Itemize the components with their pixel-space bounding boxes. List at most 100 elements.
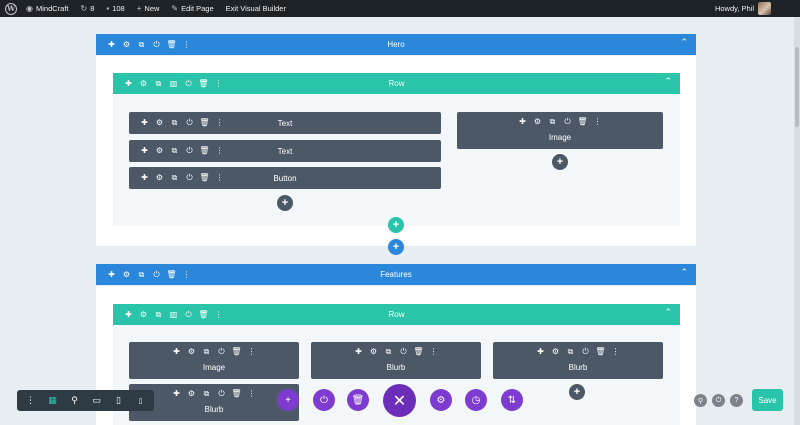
trash-icon[interactable]: 🗑 — [593, 345, 608, 359]
module-image[interactable]: ✚ ⚙ ⧉ ⏻ 🗑 ⋮ Image — [129, 342, 299, 379]
duplicate-icon[interactable]: ⧉ — [199, 387, 214, 401]
move-icon[interactable]: ✚ — [515, 115, 530, 129]
trash-icon[interactable]: 🗑 — [229, 345, 244, 359]
duplicate-icon[interactable]: ⧉ — [167, 116, 182, 130]
power-icon[interactable]: ⏻ — [578, 345, 593, 359]
power-icon[interactable]: ⏻ — [181, 77, 196, 91]
sort-icon[interactable]: ⇅ — [501, 389, 523, 411]
site-name-link[interactable]: ◉ MindCraft — [26, 4, 69, 13]
more-icon[interactable]: ⋮ — [179, 268, 194, 282]
move-icon[interactable]: ✚ — [121, 308, 136, 322]
add-module-button[interactable]: + — [552, 154, 568, 170]
more-icon[interactable]: ⋮ — [211, 77, 226, 91]
power-icon[interactable]: ⏻ — [182, 116, 197, 130]
duplicate-icon[interactable]: ⧉ — [563, 345, 578, 359]
search-icon[interactable]: ⚲ — [694, 394, 707, 407]
add-layout-button[interactable]: + — [277, 389, 299, 411]
wireframe-view-icon[interactable]: ▦ — [43, 391, 62, 410]
trash-icon[interactable]: 🗑 — [575, 115, 590, 129]
trash-icon[interactable]: 🗑 — [196, 308, 211, 322]
module-text-2[interactable]: ✚ ⚙ ⧉ ⏻ 🗑 ⋮ Text — [129, 140, 441, 162]
trash-icon[interactable]: 🗑 — [196, 77, 211, 91]
trash-icon[interactable]: 🗑 — [164, 38, 179, 52]
more-icon[interactable]: ⋮ — [244, 345, 259, 359]
more-icon[interactable]: ⋮ — [211, 308, 226, 322]
tablet-view-icon[interactable]: ▯ — [109, 391, 128, 410]
move-icon[interactable]: ✚ — [104, 38, 119, 52]
move-icon[interactable]: ✚ — [137, 116, 152, 130]
zoom-icon[interactable]: ⚲ — [65, 391, 84, 410]
duplicate-icon[interactable]: ⧉ — [199, 345, 214, 359]
hero-row-bar[interactable]: ✚ ⚙ ⧉ ▥ ⏻ 🗑 ⋮ Row ⌃ — [113, 73, 680, 94]
phone-view-icon[interactable]: ▯ — [131, 391, 150, 410]
gear-icon[interactable]: ⚙ — [184, 345, 199, 359]
power-icon[interactable]: ⏻ — [396, 345, 411, 359]
more-icon[interactable]: ⋮ — [590, 115, 605, 129]
scrollbar-thumb[interactable] — [795, 47, 799, 127]
more-icon[interactable]: ⋮ — [244, 387, 259, 401]
duplicate-icon[interactable]: ⧉ — [545, 115, 560, 129]
gear-icon[interactable]: ⚙ — [184, 387, 199, 401]
module-blurb[interactable]: ✚ ⚙ ⧉ ⏻ 🗑 ⋮ Blurb — [493, 342, 663, 379]
gear-icon[interactable]: ⚙ — [152, 171, 167, 185]
trash-icon[interactable]: 🗑 — [229, 387, 244, 401]
chevron-up-icon[interactable]: ⌃ — [664, 76, 672, 87]
move-icon[interactable]: ✚ — [104, 268, 119, 282]
exit-visual-builder-link[interactable]: Exit Visual Builder — [226, 4, 286, 13]
more-icon[interactable]: ⋮ — [212, 116, 227, 130]
duplicate-icon[interactable]: ⧉ — [134, 38, 149, 52]
trash-icon[interactable]: 🗑 — [197, 171, 212, 185]
duplicate-icon[interactable]: ⧉ — [134, 268, 149, 282]
more-icon[interactable]: ⋮ — [212, 171, 227, 185]
move-icon[interactable]: ✚ — [351, 345, 366, 359]
duplicate-icon[interactable]: ⧉ — [151, 308, 166, 322]
more-icon[interactable]: ⋮ — [212, 144, 227, 158]
module-image[interactable]: ✚ ⚙ ⧉ ⏻ 🗑 ⋮ Image — [457, 112, 663, 149]
module-text-1[interactable]: ✚ ⚙ ⧉ ⏻ 🗑 ⋮ Text — [129, 112, 441, 134]
more-icon[interactable]: ⋮ — [21, 391, 40, 410]
chevron-up-icon[interactable]: ⌃ — [680, 267, 688, 278]
gear-icon[interactable]: ⚙ — [152, 116, 167, 130]
avatar[interactable] — [758, 2, 771, 15]
close-settings-button[interactable]: ✕ — [383, 384, 416, 417]
portability-icon[interactable]: ⏻ — [313, 389, 335, 411]
help-icon[interactable]: ? — [730, 394, 743, 407]
power-icon[interactable]: ⏻ — [214, 387, 229, 401]
updates-link[interactable]: ↻ 8 — [81, 4, 95, 13]
module-blurb[interactable]: ✚ ⚙ ⧉ ⏻ 🗑 ⋮ Blurb — [311, 342, 481, 379]
features-section-bar[interactable]: ✚ ⚙ ⧉ ⏻ 🗑 ⋮ Features ⌃ — [96, 264, 696, 285]
power-icon[interactable]: ⏻ — [182, 171, 197, 185]
columns-icon[interactable]: ▥ — [166, 77, 181, 91]
gear-icon[interactable]: ⚙ — [119, 38, 134, 52]
duplicate-icon[interactable]: ⧉ — [167, 171, 182, 185]
duplicate-icon[interactable]: ⧉ — [167, 144, 182, 158]
chevron-up-icon[interactable]: ⌃ — [664, 307, 672, 318]
hero-section-bar[interactable]: ✚ ⚙ ⧉ ⏻ 🗑 ⋮ Hero ⌃ — [96, 34, 696, 55]
gear-icon[interactable]: ⚙ — [119, 268, 134, 282]
gear-icon[interactable]: ⚙ — [530, 115, 545, 129]
gear-icon[interactable]: ⚙ — [136, 77, 151, 91]
power-icon[interactable]: ⏻ — [182, 144, 197, 158]
power-icon[interactable]: ⏻ — [560, 115, 575, 129]
comments-link[interactable]: ▪ 108 — [106, 4, 124, 13]
power-icon[interactable]: ⏻ — [181, 308, 196, 322]
gear-icon[interactable]: ⚙ — [152, 144, 167, 158]
edit-page-link[interactable]: ✎ Edit Page — [171, 4, 213, 13]
scrollbar[interactable] — [794, 17, 800, 425]
page-settings-gear-icon[interactable]: ⚙ — [430, 389, 452, 411]
chevron-up-icon[interactable]: ⌃ — [680, 37, 688, 48]
duplicate-icon[interactable]: ⧉ — [151, 77, 166, 91]
move-icon[interactable]: ✚ — [169, 387, 184, 401]
columns-icon[interactable]: ▥ — [166, 308, 181, 322]
trash-icon[interactable]: 🗑 — [197, 144, 212, 158]
more-icon[interactable]: ⋮ — [426, 345, 441, 359]
trash-icon[interactable]: 🗑 — [197, 116, 212, 130]
power-icon[interactable]: ⏻ — [149, 38, 164, 52]
add-module-button[interactable]: + — [569, 384, 585, 400]
portability-icon[interactable]: ⏻ — [712, 394, 725, 407]
move-icon[interactable]: ✚ — [121, 77, 136, 91]
add-section-button[interactable]: + — [388, 239, 404, 255]
power-icon[interactable]: ⏻ — [149, 268, 164, 282]
move-icon[interactable]: ✚ — [169, 345, 184, 359]
module-blurb[interactable]: ✚ ⚙ ⧉ ⏻ 🗑 ⋮ Blurb — [129, 384, 299, 421]
